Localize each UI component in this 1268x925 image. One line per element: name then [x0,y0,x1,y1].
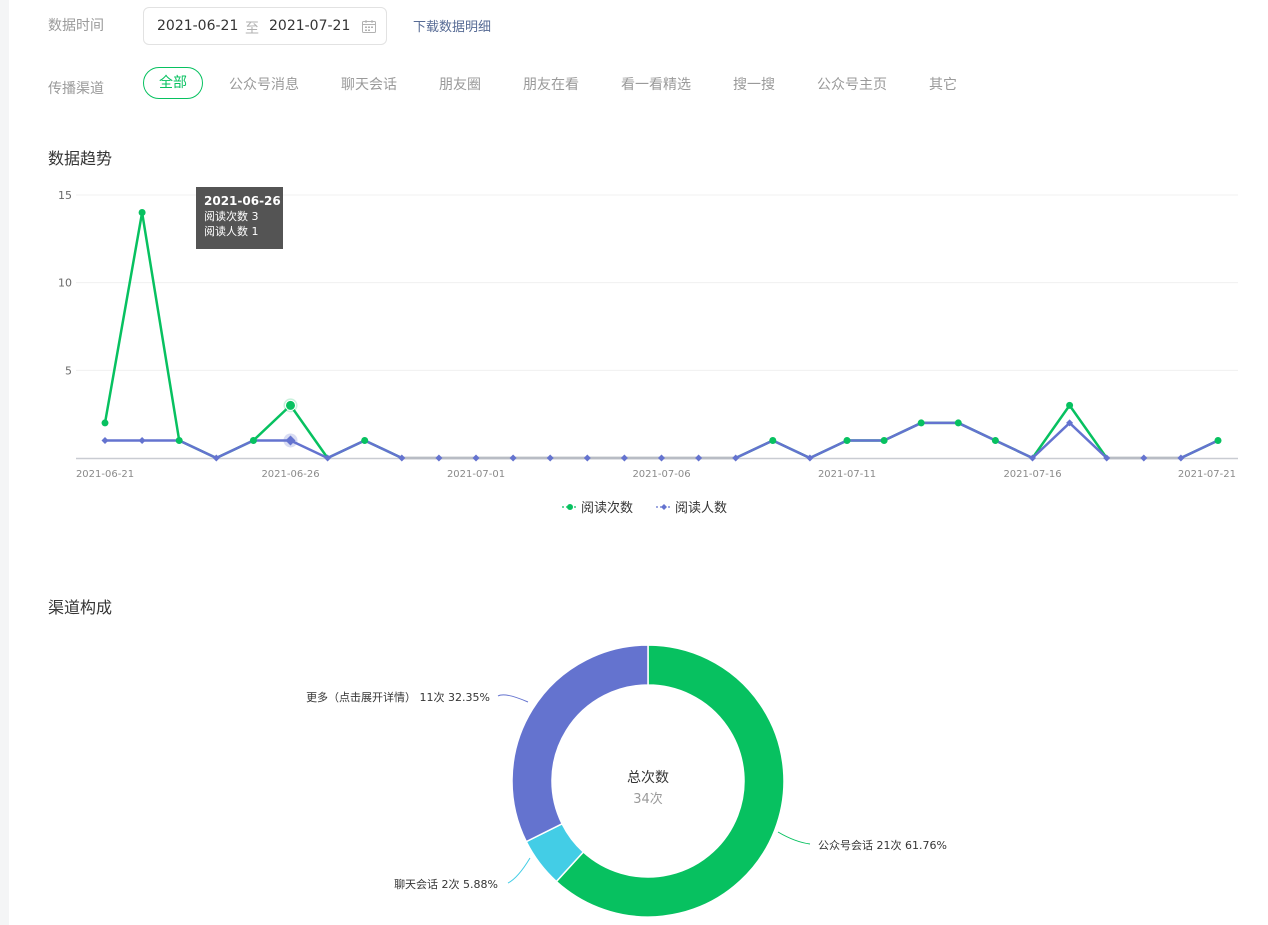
series-segment-read-count [1068,404,1108,460]
slice-label-chat[interactable]: 聊天会话 2次 5.88% [394,877,498,891]
legend-marker-read-count [562,504,578,510]
point-reader-count[interactable] [101,436,109,444]
series-segment-reader-count [994,439,1034,460]
legend-marker-reader-count [656,504,672,510]
donut-center-title: 总次数 [627,770,669,786]
x-tick-label: 2021-06-21 [76,469,134,480]
series-segment-reader-count [363,439,404,460]
x-tick-label: 2021-07-01 [447,469,505,480]
channel-tab-gzh-home[interactable]: 公众号主页 [817,74,887,94]
tooltip-reader-count: 阅读人数 1 [204,225,259,238]
date-separator: 至 [245,21,259,37]
channel-tab-top-stories[interactable]: 看一看精选 [621,74,691,94]
point-reader-count[interactable] [620,454,628,462]
point-read-count[interactable] [175,436,183,444]
point-read-count[interactable] [1066,401,1074,409]
date-label: 数据时间 [48,18,104,34]
trend-section-title: 数据趋势 [48,149,113,168]
calendar-icon[interactable] [362,20,376,33]
series-segment-reader-count [177,439,218,460]
hover-point-read-count[interactable] [285,399,296,411]
point-read-count[interactable] [1214,436,1222,444]
x-tick-label: 2021-07-06 [632,469,690,480]
series-segment-reader-count [771,439,812,460]
channel-tab-all[interactable]: 全部 [143,67,203,99]
x-tick-label: 2021-07-11 [818,469,876,480]
series-segment-read-count [103,211,144,425]
point-read-count[interactable] [954,419,962,427]
point-read-count[interactable] [361,436,369,444]
trend-line-chart: 5 10 15 2021-06-21 2021-06-26 2021-07-01 2021-… [58,189,1238,480]
point-read-count[interactable] [249,436,257,444]
y-tick-label: 5 [65,364,72,377]
channel-tab-chat[interactable]: 聊天会话 [341,74,397,94]
point-reader-count[interactable] [583,454,591,462]
channel-tab-gzh-message[interactable]: 公众号消息 [229,74,299,94]
tooltip-read-count: 阅读次数 3 [204,210,259,223]
label-line-chat [507,857,531,884]
channel-tab-friends-watching[interactable]: 朋友在看 [523,74,579,94]
series-segment-reader-count [882,421,923,442]
point-read-count[interactable] [991,436,999,444]
x-tick-label: 2021-07-21 [1178,469,1236,480]
point-reader-count[interactable] [658,454,665,462]
label-line-gzh [777,831,811,845]
series-segment-reader-count [326,439,366,460]
legend-read-count[interactable]: 阅读次数 [581,497,633,516]
label-line-more [497,694,529,703]
point-read-count[interactable] [917,419,925,427]
channel-label: 传播渠道 [48,81,104,97]
point-read-count[interactable] [880,436,888,444]
series-segment-reader-count [734,439,775,460]
donut-slice-2[interactable] [511,644,649,843]
chart-tooltip: 2021-06-26 阅读次数 3 阅读人数 1 [196,187,283,249]
series-segment-reader-count [215,439,255,460]
point-reader-count[interactable] [472,454,480,462]
series-segment-reader-count [1068,421,1108,460]
channel-tab-search[interactable]: 搜一搜 [733,74,775,94]
slice-label-gzh[interactable]: 公众号会话 21次 61.76% [818,838,947,852]
point-reader-count[interactable] [546,454,554,462]
point-reader-count[interactable] [435,454,443,462]
composition-section-title: 渠道构成 [48,598,113,617]
series-segment-reader-count [808,439,849,460]
point-read-count[interactable] [843,436,851,444]
x-tick-label: 2021-06-26 [261,469,319,480]
point-reader-count[interactable] [509,454,517,462]
point-read-count[interactable] [138,209,146,217]
y-tick-label: 15 [58,189,72,202]
channel-donut-chart: 总次数 34次 更多（点击展开详情） 11次 32.35% 聊天会话 2次 5.… [306,644,947,918]
date-range-picker[interactable]: 2021-06-21 至 2021-07-21 [143,7,387,45]
tooltip-date: 2021-06-26 [204,194,281,208]
point-read-count[interactable] [101,419,109,427]
series-segment-reader-count [1179,439,1220,460]
legend-reader-count[interactable]: 阅读人数 [675,497,727,516]
donut-center-value: 34次 [633,791,663,807]
series-segment-reader-count [957,421,997,442]
date-end[interactable]: 2021-07-21 [269,18,350,34]
slice-label-more[interactable]: 更多（点击展开详情） 11次 32.35% [306,690,490,704]
series-segment-read-count [1031,404,1071,460]
point-reader-count[interactable] [695,454,703,462]
date-start[interactable]: 2021-06-21 [157,18,238,34]
channel-tab-moments[interactable]: 朋友圈 [439,74,481,94]
y-tick-label: 10 [58,277,72,290]
x-tick-label: 2021-07-16 [1003,469,1061,480]
series-segment-read-count [252,404,292,442]
series-segment-read-count [140,211,181,442]
download-detail-link[interactable]: 下载数据明细 [413,16,491,35]
point-reader-count[interactable] [1140,454,1148,462]
series-segment-reader-count [1031,421,1071,460]
channel-tab-other[interactable]: 其它 [929,74,957,94]
point-reader-count[interactable] [138,436,146,444]
point-read-count[interactable] [769,436,777,444]
